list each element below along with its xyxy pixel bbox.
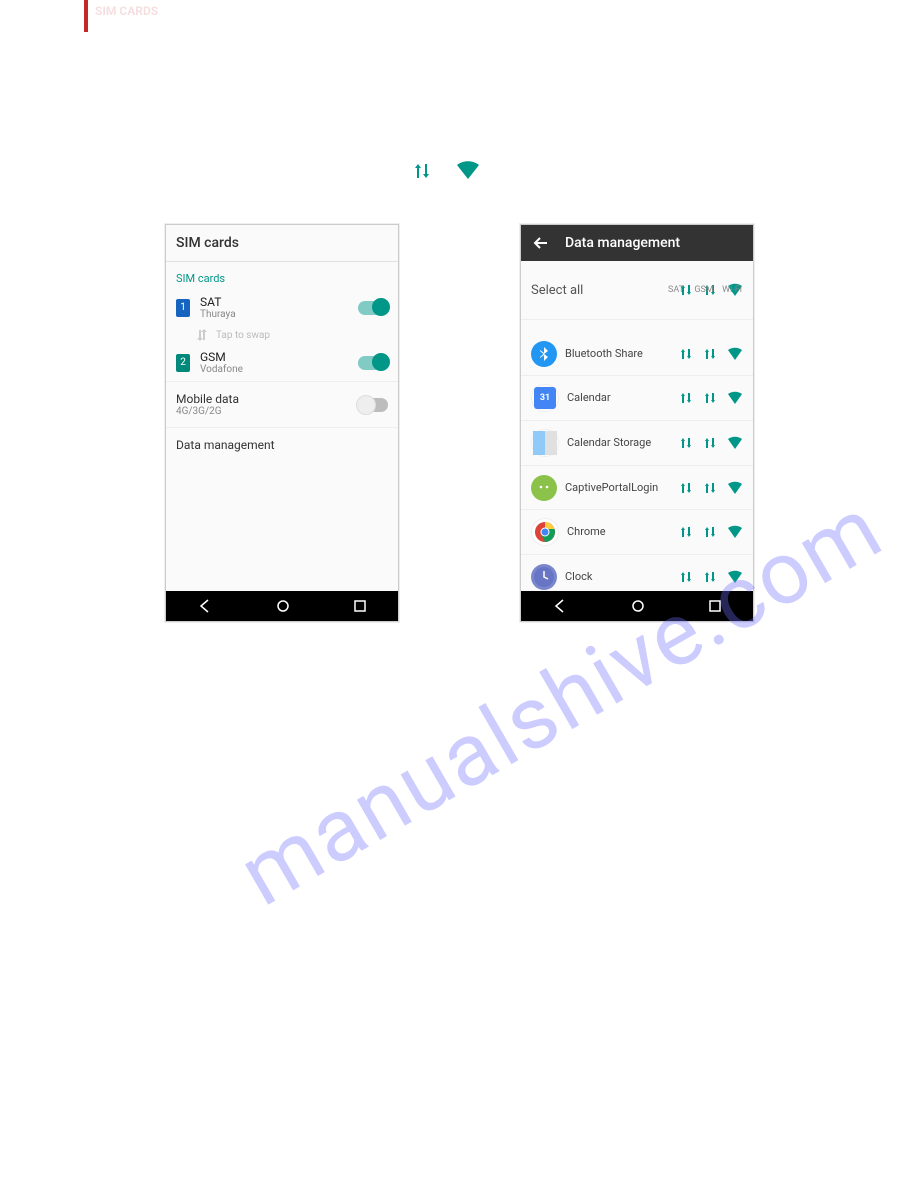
column-labels: SAT GSM Wi-Fi: [665, 285, 743, 295]
app-row[interactable]: Calendar Storage: [521, 421, 753, 466]
nav-back-icon[interactable]: [553, 599, 567, 613]
app-icon: [531, 564, 557, 590]
app-icon: [531, 429, 559, 457]
sim-1-toggle[interactable]: [358, 301, 388, 315]
sat-toggle-icon[interactable]: [679, 347, 693, 361]
sat-toggle-icon[interactable]: [679, 481, 693, 495]
gsm-toggle-icon[interactable]: [703, 570, 717, 584]
sim-2-toggle[interactable]: [358, 356, 388, 370]
app-icon: [531, 341, 557, 367]
select-all-label: Select all: [531, 283, 679, 298]
col-gsm: GSM: [693, 285, 715, 295]
app-name-label: Calendar: [567, 391, 671, 404]
swap-label: Tap to swap: [216, 330, 270, 341]
app-name-label: Chrome: [567, 525, 671, 538]
app-bar: Data management: [521, 225, 753, 261]
sat-toggle-icon[interactable]: [679, 570, 693, 584]
app-icon: [531, 518, 559, 546]
nav-recent-icon[interactable]: [709, 600, 721, 612]
data-arrows-icon: [412, 160, 432, 182]
app-name-label: Clock: [565, 570, 671, 583]
wifi-toggle-icon[interactable]: [727, 525, 743, 539]
screen-title: SIM cards: [166, 225, 398, 262]
nav-bar: [166, 591, 398, 621]
wifi-toggle-icon[interactable]: [727, 481, 743, 495]
sim-2-name: GSM: [200, 350, 348, 364]
mobile-data-row[interactable]: Mobile data 4G/3G/2G: [166, 381, 398, 427]
nav-bar: [521, 591, 753, 621]
gsm-toggle-icon[interactable]: [703, 525, 717, 539]
col-sat: SAT: [665, 285, 687, 295]
wifi-icon: [456, 161, 480, 181]
nav-back-icon[interactable]: [198, 599, 212, 613]
sim-cards-screen: SIM cards SIM cards 1 SAT Thuraya Tap to…: [165, 224, 399, 622]
sim-2-row[interactable]: 2 GSM Vodafone: [166, 344, 398, 381]
sim-2-badge-icon: 2: [176, 354, 190, 372]
data-management-row[interactable]: Data management: [166, 427, 398, 462]
nav-home-icon[interactable]: [276, 599, 290, 613]
app-name-label: CaptivePortalLogin: [565, 481, 671, 494]
back-arrow-icon[interactable]: [533, 235, 549, 251]
app-row[interactable]: Chrome: [521, 510, 753, 555]
sim-1-name: SAT: [200, 295, 348, 309]
wifi-toggle-icon[interactable]: [727, 570, 743, 584]
app-icon: 31: [531, 384, 559, 412]
sat-toggle-icon[interactable]: [679, 525, 693, 539]
gsm-toggle-icon[interactable]: [703, 436, 717, 450]
sim-1-carrier: Thuraya: [200, 309, 348, 320]
swap-row[interactable]: Tap to swap: [166, 326, 398, 344]
app-row[interactable]: Bluetooth Share: [521, 332, 753, 376]
app-icon: [531, 475, 557, 501]
wifi-toggle-icon[interactable]: [727, 436, 743, 450]
accent-bar: [84, 0, 88, 32]
app-name-label: Calendar Storage: [567, 436, 671, 449]
nav-home-icon[interactable]: [631, 599, 645, 613]
data-management-label: Data management: [176, 438, 388, 452]
app-row[interactable]: 31 Calendar: [521, 376, 753, 421]
mobile-data-title: Mobile data: [176, 392, 358, 406]
app-bar-title: Data management: [565, 235, 680, 251]
data-management-screen: Data management Select all SAT GSM Wi-Fi…: [520, 224, 754, 622]
gsm-toggle-icon[interactable]: [703, 481, 717, 495]
section-header: SIM CARDS: [95, 4, 158, 18]
nav-recent-icon[interactable]: [354, 600, 366, 612]
app-name-label: Bluetooth Share: [565, 347, 671, 360]
app-list: Bluetooth Share 31 Calendar Calendar Storag…: [521, 332, 753, 599]
gsm-toggle-icon[interactable]: [703, 347, 717, 361]
wifi-toggle-icon[interactable]: [727, 391, 743, 405]
sim-1-row[interactable]: 1 SAT Thuraya: [166, 289, 398, 326]
mobile-data-sub: 4G/3G/2G: [176, 406, 358, 417]
section-label: SIM cards: [166, 262, 398, 289]
sat-toggle-icon[interactable]: [679, 391, 693, 405]
col-wifi: Wi-Fi: [721, 285, 743, 295]
app-row[interactable]: CaptivePortalLogin: [521, 466, 753, 510]
inline-icon-row: [412, 160, 480, 182]
mobile-data-toggle[interactable]: [358, 398, 388, 412]
sim-2-carrier: Vodafone: [200, 364, 348, 375]
sim-1-badge-icon: 1: [176, 299, 190, 317]
sat-toggle-icon[interactable]: [679, 436, 693, 450]
wifi-toggle-icon[interactable]: [727, 347, 743, 361]
gsm-toggle-icon[interactable]: [703, 391, 717, 405]
swap-arrows-icon: [196, 328, 208, 342]
